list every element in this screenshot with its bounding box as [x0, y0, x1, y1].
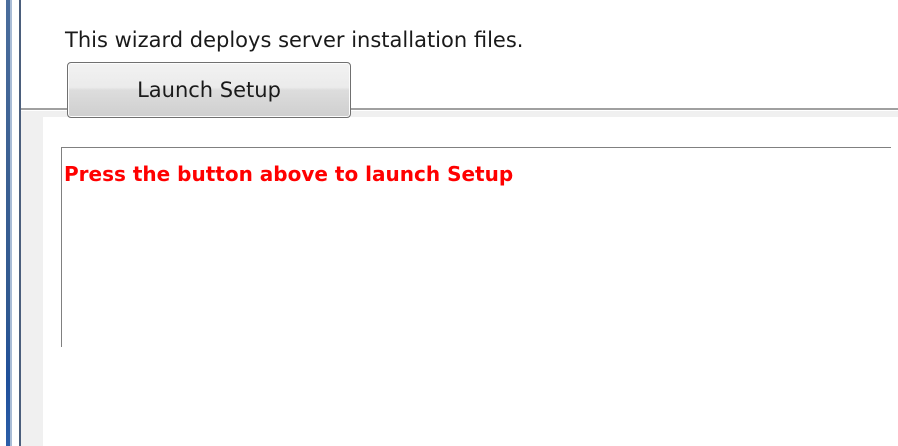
launch-setup-button[interactable]: Launch Setup	[67, 62, 351, 118]
setup-wizard-window: This wizard deploys server installation …	[0, 0, 898, 446]
window-left-border	[0, 0, 21, 446]
status-message: Press the button above to launch Setup	[64, 162, 514, 186]
border-highlight	[10, 0, 12, 446]
wizard-description: This wizard deploys server installation …	[65, 28, 524, 52]
status-output-box[interactable]: Press the button above to launch Setup	[61, 147, 891, 347]
